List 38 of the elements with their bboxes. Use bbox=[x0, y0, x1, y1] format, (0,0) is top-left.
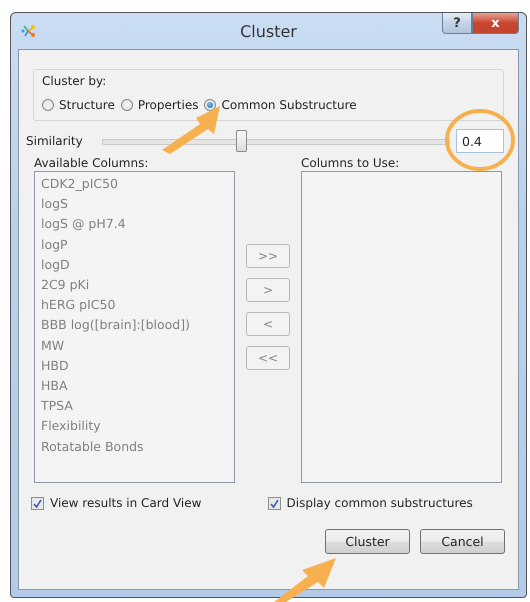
app-icon bbox=[20, 23, 36, 39]
checkbox[interactable] bbox=[31, 496, 44, 510]
help-button[interactable]: ? bbox=[442, 13, 472, 34]
transfer-button[interactable]: >> bbox=[246, 244, 290, 268]
list-item[interactable]: MW bbox=[41, 336, 228, 356]
list-item[interactable]: Rotatable Bonds bbox=[41, 436, 228, 457]
pointer-arrow bbox=[272, 556, 338, 602]
radio-option[interactable]: Properties bbox=[120, 98, 198, 112]
list-item[interactable]: CDK2_pIC50 bbox=[41, 174, 228, 194]
list-item[interactable]: Flexibility bbox=[41, 416, 228, 437]
list-item[interactable]: logP bbox=[41, 234, 228, 255]
dialog-button[interactable]: Cancel bbox=[420, 529, 505, 554]
list-label: Columns to Use: bbox=[301, 156, 400, 170]
window-title: Cluster bbox=[239, 22, 298, 41]
slider-thumb[interactable] bbox=[236, 130, 248, 152]
list-item[interactable]: BBB log([brain]:[blood]) bbox=[41, 315, 228, 336]
list-item[interactable]: HBD bbox=[41, 356, 228, 376]
transfer-button[interactable]: > bbox=[246, 278, 290, 302]
list-label: Available Columns: bbox=[34, 156, 150, 170]
similarity-field[interactable]: 0.4 bbox=[456, 129, 504, 153]
transfer-button[interactable]: << bbox=[246, 346, 290, 370]
close-button[interactable]: x bbox=[472, 13, 519, 34]
checkbox[interactable] bbox=[268, 496, 280, 510]
list-item[interactable]: logS @ pH7.4 bbox=[41, 214, 228, 235]
highlight-ring bbox=[444, 108, 516, 172]
list-item[interactable]: TPSA bbox=[41, 396, 228, 416]
list-item[interactable]: hERG pIC50 bbox=[41, 295, 228, 316]
transfer-button[interactable]: < bbox=[246, 312, 290, 336]
list-item[interactable]: 2C9 pKi bbox=[41, 275, 228, 296]
list-item[interactable]: logS bbox=[41, 194, 228, 214]
slider-label: Similarity bbox=[26, 134, 83, 148]
radio-option[interactable]: Structure bbox=[42, 98, 115, 112]
group-label: Cluster by: bbox=[42, 74, 108, 88]
list-item[interactable]: logD bbox=[41, 254, 228, 276]
checkbox-option[interactable]: Display common substructures bbox=[268, 496, 504, 510]
checkbox-option[interactable]: View results in Card View bbox=[31, 496, 268, 510]
list-item[interactable]: HBA bbox=[41, 376, 228, 396]
dialog-button[interactable]: Cluster bbox=[325, 529, 410, 554]
